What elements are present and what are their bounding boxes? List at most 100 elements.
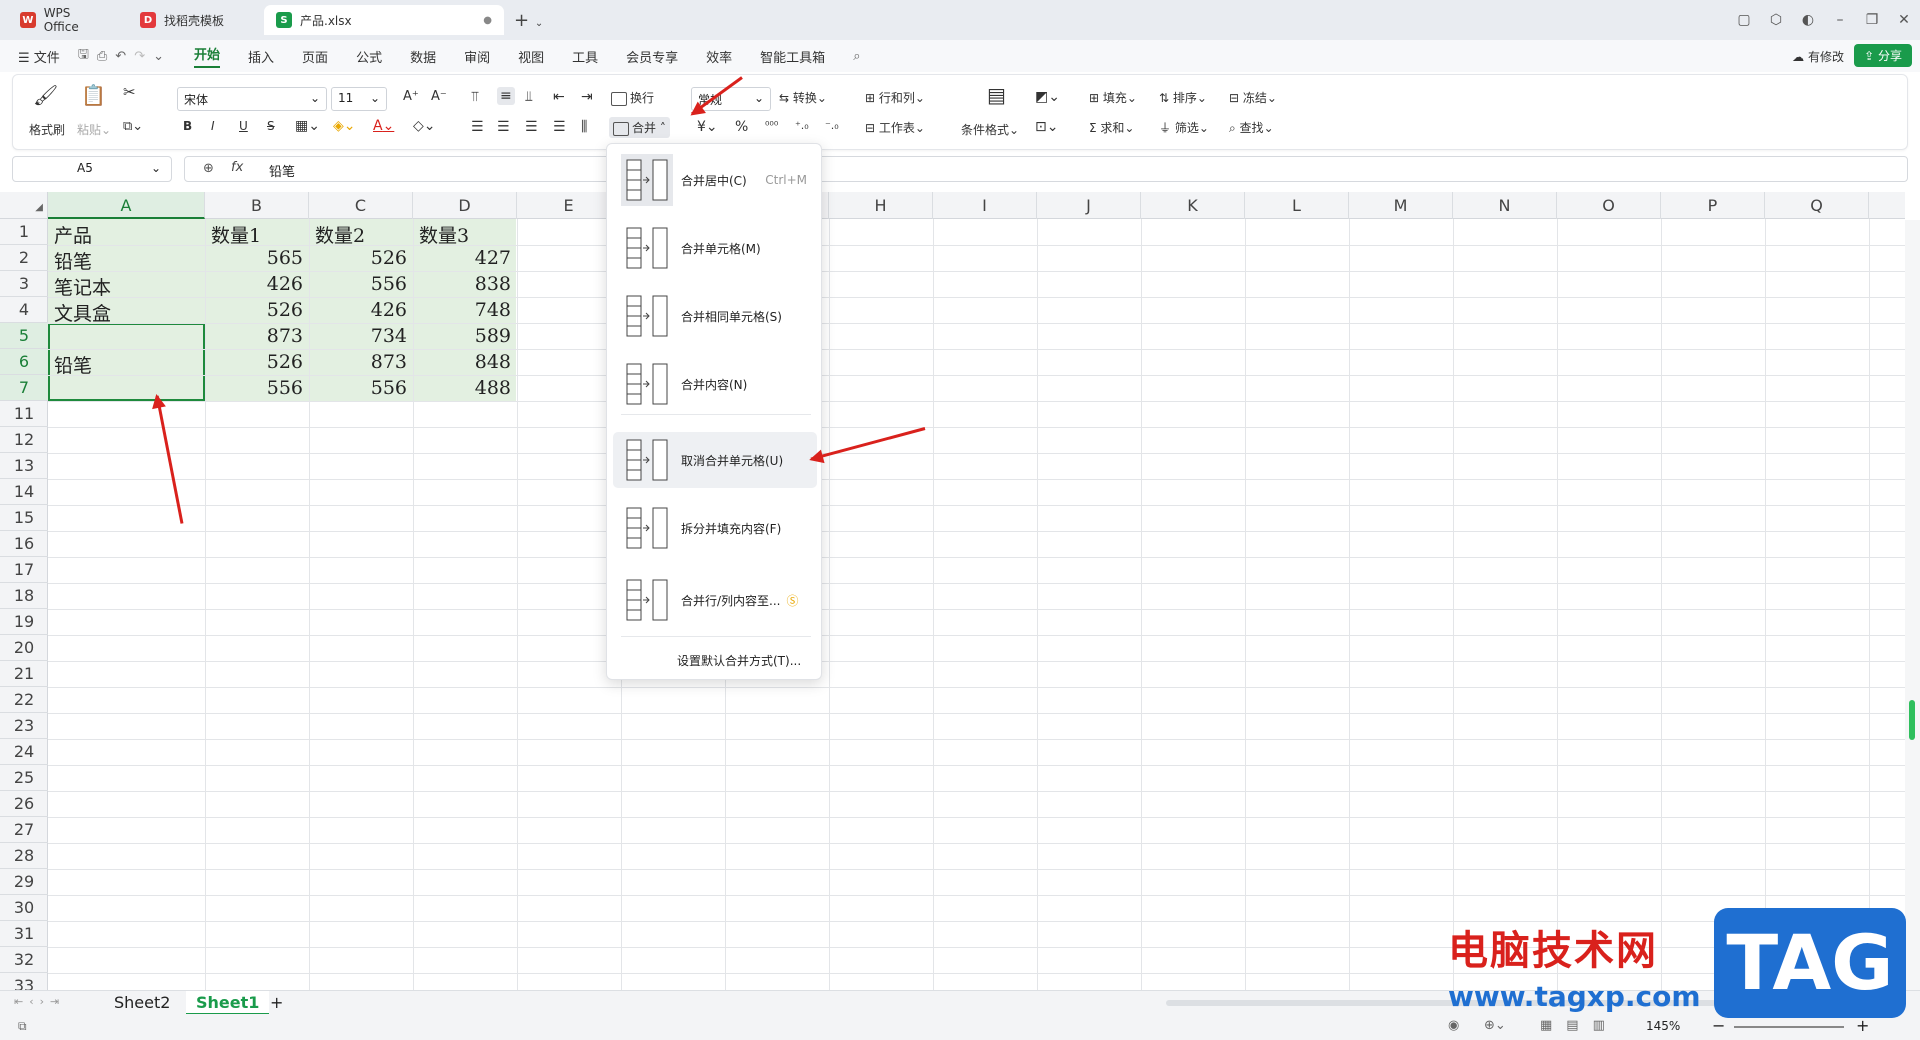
font-size-select[interactable]: 11 ⌄ [331, 87, 387, 111]
row-header-11[interactable]: 11 [0, 401, 48, 427]
align-middle-icon[interactable]: ≡ [497, 87, 515, 105]
cell-style-icon[interactable]: ◩⌄ [1035, 89, 1060, 105]
column-header-o[interactable]: O [1557, 192, 1661, 219]
decimal-increase-icon[interactable]: ⁺.₀ [795, 119, 809, 132]
cell-c3[interactable]: 556 [309, 273, 407, 295]
row-header-16[interactable]: 16 [0, 531, 48, 557]
column-header-h[interactable]: H [829, 192, 933, 219]
decimal-decrease-icon[interactable]: ⁻.₀ [825, 119, 839, 132]
print-icon[interactable]: ⎙ [97, 49, 107, 64]
undo-icon[interactable]: ↶ [115, 49, 126, 64]
row-header-15[interactable]: 15 [0, 505, 48, 531]
column-header-j[interactable]: J [1037, 192, 1141, 219]
zoom-slider[interactable] [1734, 1026, 1844, 1028]
formula-input[interactable]: ⊕ fx 铅笔 [184, 156, 1908, 182]
row-header-28[interactable]: 28 [0, 843, 48, 869]
merge-menu-item-6[interactable]: 拆分并填充内容(F) [613, 500, 817, 556]
merge-menu-item-2[interactable]: 合并单元格(M) [613, 220, 817, 276]
column-header-m[interactable]: M [1349, 192, 1453, 219]
cell-c2[interactable]: 526 [309, 247, 407, 269]
align-right-icon[interactable]: ☰ [525, 119, 538, 135]
column-header-b[interactable]: B [205, 192, 309, 219]
merge-default-setting[interactable]: 设置默认合并方式(T)... [677, 652, 801, 669]
layout-view-icons[interactable]: ▦▤▥ [1540, 1018, 1619, 1033]
worksheet-button[interactable]: ⊟ 工作表⌄ [865, 119, 925, 136]
row-header-21[interactable]: 21 [0, 661, 48, 687]
find-button[interactable]: ⌕ 查找⌄ [1229, 119, 1274, 136]
cell-d6[interactable]: 848 [413, 351, 511, 373]
menu-view[interactable]: 视图 [518, 47, 544, 66]
cell-c7[interactable]: 556 [309, 377, 407, 399]
align-center-icon[interactable]: ☰ [497, 119, 510, 135]
column-header-i[interactable]: I [933, 192, 1037, 219]
row-header-17[interactable]: 17 [0, 557, 48, 583]
row-header-29[interactable]: 29 [0, 869, 48, 895]
font-name-select[interactable]: 宋体 ⌄ [177, 87, 327, 111]
indent-decrease-icon[interactable]: ⇤ [553, 89, 565, 105]
file-menu[interactable]: ☰ 文件 [18, 47, 60, 66]
fx-label[interactable]: fx [231, 160, 243, 175]
sum-button[interactable]: Σ 求和⌄ [1089, 119, 1134, 136]
align-bottom-icon[interactable]: ⫫ [525, 89, 533, 105]
cell-b7[interactable]: 556 [205, 377, 303, 399]
search-icon[interactable]: ⌕ [853, 49, 860, 64]
macro-icon[interactable]: ⧉ [18, 1019, 27, 1034]
column-header-a[interactable]: A [48, 192, 205, 219]
conditional-format-button[interactable]: 条件格式⌄ [961, 121, 1019, 138]
row-header-23[interactable]: 23 [0, 713, 48, 739]
cell-a6[interactable]: 铅笔 [54, 351, 92, 378]
cell-b1[interactable]: 数量1 [211, 221, 261, 248]
row-header-20[interactable]: 20 [0, 635, 48, 661]
share-button[interactable]: ⇪ 分享 [1854, 44, 1912, 67]
avatar[interactable]: ◐ [1792, 12, 1824, 28]
menu-home[interactable]: 开始 [194, 44, 221, 68]
currency-icon[interactable]: ¥⌄ [697, 119, 718, 135]
tab-product-xlsx[interactable]: S 产品.xlsx ● [264, 5, 504, 35]
has-changes-button[interactable]: ☁ 有修改 [1792, 48, 1844, 65]
minimize-icon[interactable]: – [1824, 12, 1856, 28]
merge-button[interactable]: 合并 ˄ [609, 117, 670, 138]
border-icon[interactable]: ▦⌄ [295, 118, 320, 134]
underline-button[interactable]: U [239, 119, 248, 133]
menu-page[interactable]: 页面 [302, 47, 328, 66]
menu-smart-toolbox[interactable]: 智能工具箱 [760, 47, 825, 66]
percent-button[interactable]: % [735, 119, 748, 135]
thousands-icon[interactable]: ⁰⁰⁰ [765, 119, 778, 132]
conditional-format-icon[interactable]: ▤ [987, 83, 1006, 107]
merge-menu-item-5[interactable]: 取消合并单元格(U) [613, 432, 817, 488]
cell-b5[interactable]: 873 [205, 325, 303, 347]
sheet-nav-icons[interactable]: ⇤‹›⇥ [14, 995, 65, 1008]
align-top-icon[interactable]: ⫪ [471, 89, 479, 105]
clear-icon[interactable]: ◇⌄ [413, 118, 436, 134]
cell-a3[interactable]: 笔记本 [54, 273, 111, 300]
row-header-33[interactable]: 33 [0, 973, 48, 990]
justify-icon[interactable]: ☰ [553, 119, 566, 135]
menu-data[interactable]: 数据 [410, 47, 436, 66]
cell-d3[interactable]: 838 [413, 273, 511, 295]
select-all-corner[interactable]: ◢ [0, 192, 48, 219]
row-col-button[interactable]: ⊞ 行和列⌄ [865, 89, 925, 106]
menu-efficiency[interactable]: 效率 [706, 47, 732, 66]
cell-b4[interactable]: 526 [205, 299, 303, 321]
row-header-14[interactable]: 14 [0, 479, 48, 505]
row-header-7[interactable]: 7 [0, 375, 48, 401]
column-header-p[interactable]: P [1661, 192, 1765, 219]
cube-icon[interactable]: ⬡ [1760, 12, 1792, 28]
sheet-tab-sheet1[interactable]: Sheet1 [186, 991, 270, 1015]
column-header-q[interactable]: Q [1765, 192, 1869, 219]
row-header-2[interactable]: 2 [0, 245, 48, 271]
menu-insert[interactable]: 插入 [248, 47, 274, 66]
row-header-6[interactable]: 6 [0, 349, 48, 375]
strikethrough-button[interactable]: S [267, 119, 275, 133]
menu-review[interactable]: 审阅 [464, 47, 490, 66]
column-header-k[interactable]: K [1141, 192, 1245, 219]
paste-icon[interactable]: 📋 [81, 83, 106, 107]
font-color-button[interactable]: A⌄ [373, 118, 394, 134]
row-header-27[interactable]: 27 [0, 817, 48, 843]
save-icon[interactable]: 🖫 [78, 45, 89, 67]
row-header-19[interactable]: 19 [0, 609, 48, 635]
merge-menu-item-7[interactable]: 合并行/列内容至... Ⓢ [613, 572, 817, 628]
fill-button[interactable]: ⊞ 填充⌄ [1089, 89, 1137, 106]
filter-button[interactable]: ⏚ 筛选⌄ [1159, 119, 1209, 136]
scrollbar-thumb[interactable] [1909, 700, 1915, 740]
